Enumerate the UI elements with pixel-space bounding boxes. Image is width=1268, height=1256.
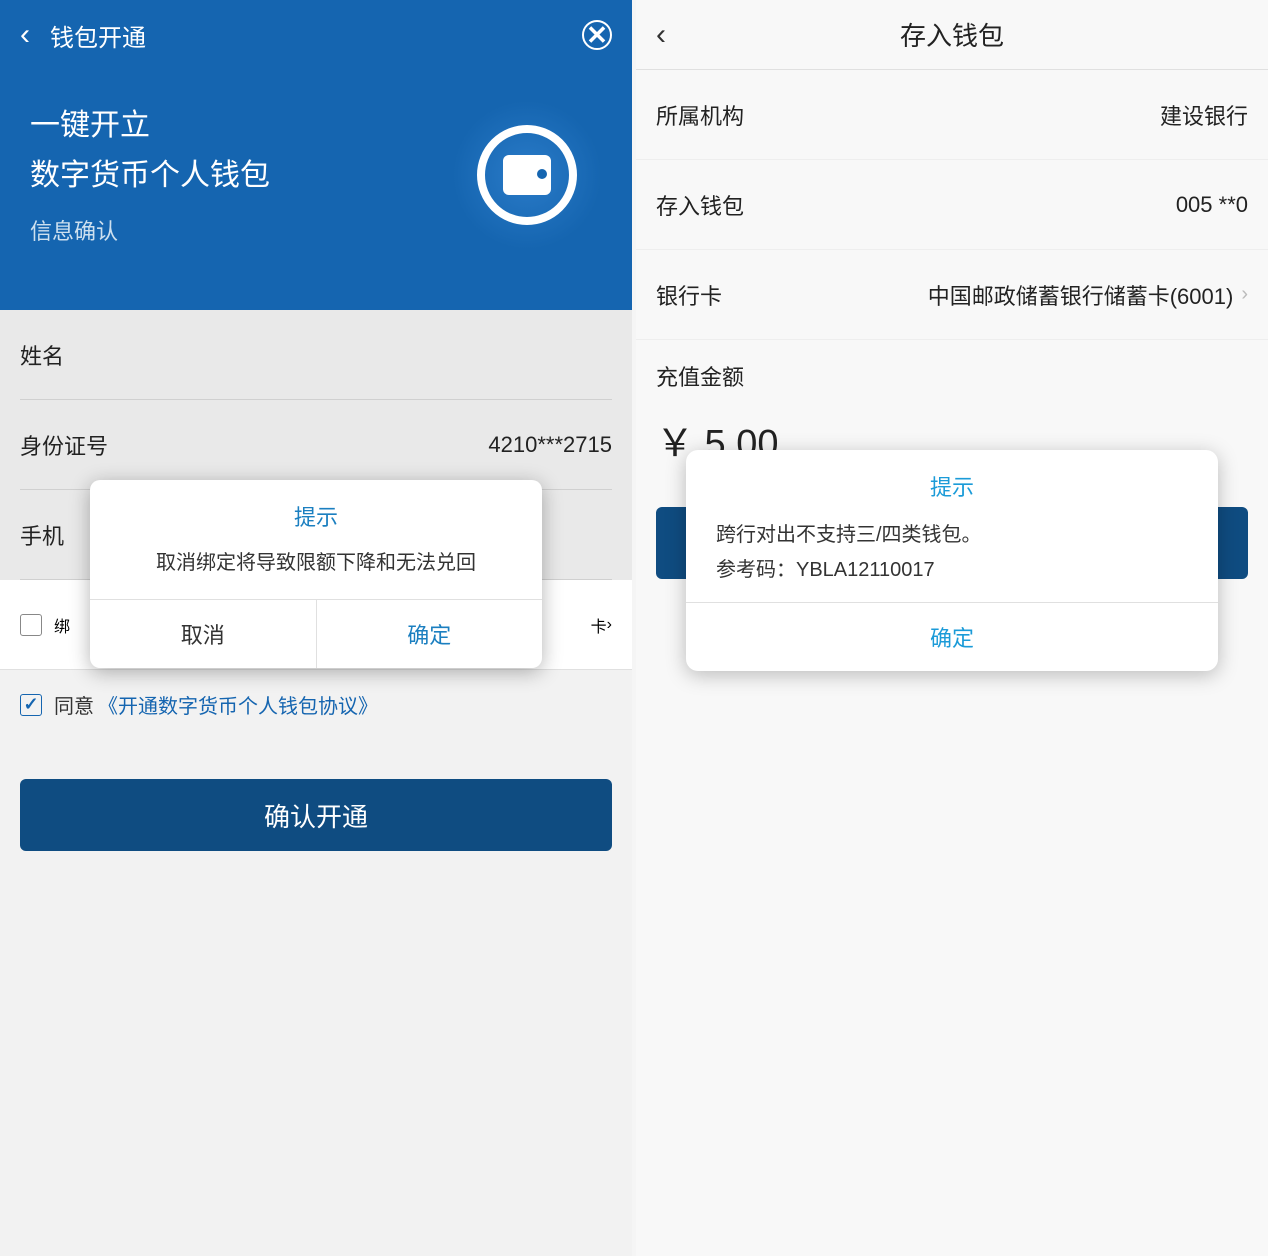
bank-card-row[interactable]: 银行卡 中国邮政储蓄银行储蓄卡(6001) ›	[636, 250, 1268, 340]
header-bar: ‹ 存入钱包	[636, 0, 1268, 70]
org-value: 建设银行	[744, 99, 1248, 131]
cancel-button[interactable]: 取消	[90, 600, 317, 668]
dialog-title: 提示	[686, 450, 1218, 518]
card-value: 中国邮政储蓄银行储蓄卡(6001)	[722, 279, 1233, 311]
right-phone-screen: ‹ 存入钱包 所属机构 建设银行 存入钱包 005 **0 银行卡 中国邮政储蓄…	[636, 0, 1268, 1256]
dialog-message: 取消绑定将导致限额下降和无法兑回	[90, 546, 542, 599]
left-phone-screen: ‹ 钱包开通 ✕ 一键开立 数字货币个人钱包 信息确认 姓名 身份证号 4210…	[0, 0, 632, 1256]
dialog-title: 提示	[90, 480, 542, 546]
unbind-dialog: 提示 取消绑定将导致限额下降和无法兑回 取消 确定	[90, 480, 542, 668]
dialog-actions: 取消 确定	[90, 599, 542, 668]
org-label: 所属机构	[656, 99, 744, 131]
amount-label: 充值金额	[636, 340, 1268, 412]
ok-button[interactable]: 确定	[686, 602, 1218, 671]
page-title: 存入钱包	[656, 16, 1248, 53]
wallet-row: 存入钱包 005 **0	[636, 160, 1268, 250]
chevron-right-icon: ›	[1241, 283, 1248, 306]
org-row: 所属机构 建设银行	[636, 70, 1268, 160]
wallet-label: 存入钱包	[656, 189, 744, 221]
ok-button[interactable]: 确定	[317, 600, 543, 668]
dialog-ref: 参考码：YBLA12110017	[686, 553, 1218, 602]
wallet-value: 005 **0	[744, 192, 1248, 218]
error-dialog: 提示 跨行对出不支持三/四类钱包。 参考码：YBLA12110017 确定	[686, 450, 1218, 671]
card-label: 银行卡	[656, 279, 722, 311]
dialog-message: 跨行对出不支持三/四类钱包。	[686, 518, 1218, 553]
